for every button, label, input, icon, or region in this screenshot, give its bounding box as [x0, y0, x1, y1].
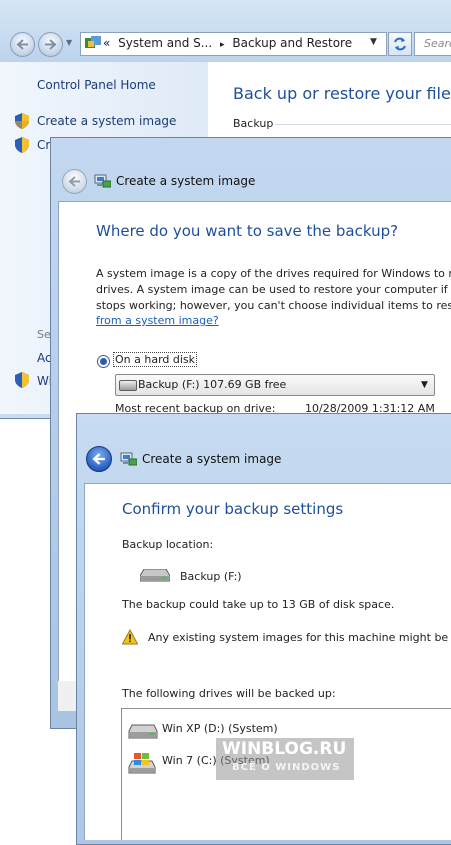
hard-drive-icon: [119, 380, 137, 391]
sidebar-see-also-label: Se: [37, 328, 51, 341]
uac-shield-icon: [15, 113, 29, 129]
description-line: drives. A system image can be used to re…: [96, 283, 451, 296]
search-input[interactable]: Search: [414, 32, 451, 56]
breadcrumb-overflow[interactable]: «: [103, 36, 110, 50]
restore-from-image-link[interactable]: from a system image?: [96, 313, 219, 329]
refresh-button[interactable]: [388, 32, 412, 56]
arrow-left-icon: [68, 176, 80, 187]
breadcrumb-backup-and-restore[interactable]: Backup and Restore: [232, 36, 352, 50]
section-divider: [275, 124, 451, 125]
explorer-toolbar: ▼ « System and S... ▸ Backup and Restore…: [0, 0, 451, 62]
uac-shield-icon: [15, 372, 29, 388]
backup-location-value: Backup (F:): [180, 570, 242, 583]
disk-space-note: The backup could take up to 13 GB of dis…: [122, 598, 395, 611]
backup-section-label: Backup: [233, 117, 274, 130]
arrow-right-icon: [45, 39, 57, 50]
backup-location-label: Backup location:: [122, 538, 214, 551]
dialog-back-button[interactable]: [86, 446, 112, 472]
search-placeholder: Search: [424, 37, 451, 50]
backup-restore-icon: [120, 452, 137, 466]
dialog-title: Create a system image: [116, 174, 256, 188]
chevron-down-icon: ▼: [421, 380, 428, 390]
address-dropdown-icon[interactable]: ▼: [370, 37, 377, 47]
refresh-icon: [394, 37, 406, 51]
watermark-title: WINBLOG.RU: [222, 739, 347, 759]
dialog-title: Create a system image: [142, 452, 282, 466]
uac-shield-icon: [15, 137, 29, 153]
control-panel-home-link[interactable]: Control Panel Home: [37, 78, 156, 92]
description-line: A system image is a copy of the drives r…: [96, 267, 451, 280]
sidebar-create-repair-disc-link[interactable]: Cr: [37, 138, 50, 152]
selected-drive-value: Backup (F:) 107.69 GB free: [138, 378, 287, 391]
control-panel-icon: [85, 36, 101, 48]
hard-drive-icon: [128, 724, 158, 739]
arrow-left-icon: [16, 39, 28, 50]
warning-text: Any existing system images for this mach…: [148, 631, 451, 644]
sidebar-create-system-image-link[interactable]: Create a system image: [37, 114, 176, 128]
breadcrumb: « System and S... ▸ Backup and Restore: [103, 36, 356, 50]
forward-button[interactable]: [38, 32, 63, 57]
breadcrumb-system-and-security[interactable]: System and S...: [118, 36, 212, 50]
address-bar[interactable]: « System and S... ▸ Backup and Restore ▼: [80, 32, 387, 56]
windows-drive-icon: [128, 753, 156, 774]
watermark-subtitle: ВСЁ О WINDOWS: [232, 762, 341, 773]
breadcrumb-separator-icon[interactable]: ▸: [220, 40, 225, 50]
dialog-heading: Confirm your backup settings: [122, 500, 344, 518]
dialog-heading: Where do you want to save the backup?: [96, 222, 399, 240]
warning-icon: [122, 629, 138, 645]
dialog-back-button[interactable]: [62, 169, 87, 194]
hard-drive-icon: [140, 569, 170, 582]
drives-list-label: The following drives will be backed up:: [122, 687, 336, 700]
recent-pages-chevron-icon[interactable]: ▼: [66, 38, 72, 47]
arrow-left-icon: [92, 453, 105, 465]
hard-disk-radio-label[interactable]: On a hard disk: [113, 352, 198, 367]
hard-disk-radio[interactable]: [97, 355, 110, 368]
list-item: Win XP (D:) (System): [162, 722, 278, 735]
backup-drive-select[interactable]: Backup (F:) 107.69 GB free ▼: [115, 374, 435, 396]
page-title: Back up or restore your files: [233, 84, 451, 103]
backup-restore-icon: [94, 174, 111, 188]
back-button[interactable]: [10, 32, 35, 57]
description-line: stops working; however, you can't choose…: [96, 299, 451, 312]
